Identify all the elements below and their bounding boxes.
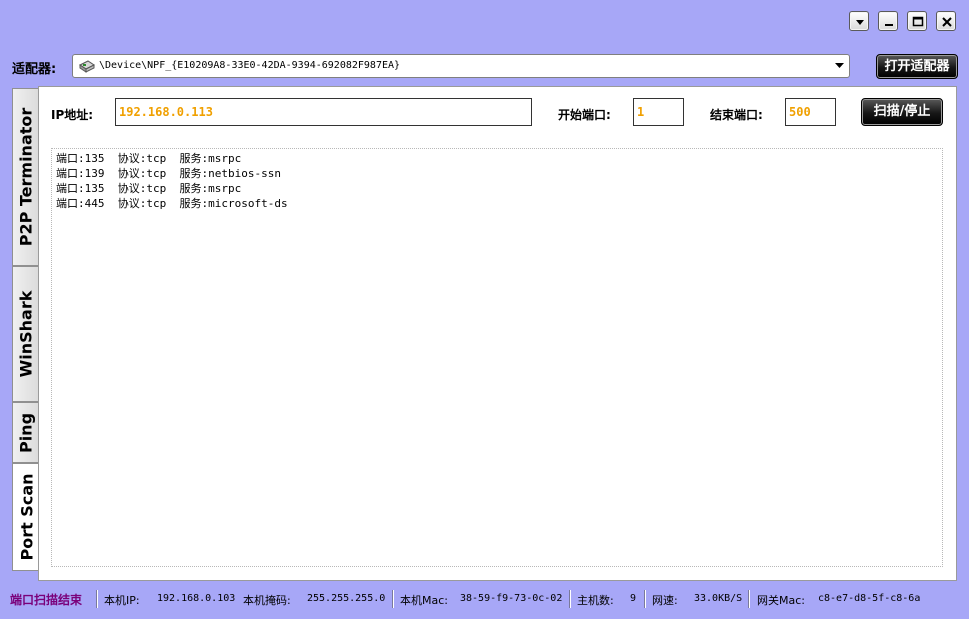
close-button[interactable] bbox=[936, 11, 956, 31]
close-icon bbox=[942, 17, 952, 27]
end-port-label: 结束端口: bbox=[710, 108, 763, 122]
maximize-icon bbox=[912, 16, 924, 27]
chevron-down-icon bbox=[856, 20, 864, 25]
local-ip-label: 本机IP: bbox=[104, 594, 140, 607]
end-port-input[interactable]: 500 bbox=[785, 98, 836, 126]
network-card-icon bbox=[79, 60, 95, 73]
gateway-mac-label: 网关Mac: bbox=[757, 594, 805, 607]
port-scan-panel: IP地址: 192.168.0.113 开始端口: 1 结束端口: 500 扫描… bbox=[38, 86, 957, 581]
status-divider bbox=[569, 590, 571, 608]
open-adapter-button[interactable]: 打开适配器 bbox=[876, 54, 958, 79]
adapter-label: 适配器: bbox=[12, 62, 57, 77]
local-mac-value: 38-59-f9-73-0c-02 bbox=[460, 593, 563, 604]
host-count-label: 主机数: bbox=[577, 594, 614, 607]
status-divider bbox=[96, 590, 98, 608]
tab-label: Port Scan bbox=[17, 473, 36, 561]
tab-label: P2P Terminator bbox=[16, 107, 35, 247]
maximize-button[interactable] bbox=[907, 11, 927, 31]
status-divider bbox=[748, 590, 750, 608]
ip-label: IP地址: bbox=[51, 108, 94, 122]
minimize-icon bbox=[885, 24, 893, 26]
tab-label: Ping bbox=[16, 412, 35, 453]
ip-address-input[interactable]: 192.168.0.113 bbox=[115, 98, 532, 126]
tab-port-scan[interactable]: Port Scan bbox=[12, 463, 40, 571]
scan-stop-button[interactable]: 扫描/停止 bbox=[861, 98, 943, 126]
host-count-value: 9 bbox=[630, 593, 637, 604]
status-bar: 端口扫描结束 本机IP: 192.168.0.103 本机掩码: 255.255… bbox=[0, 589, 969, 611]
tab-p2p-terminator[interactable]: P2P Terminator bbox=[12, 88, 38, 266]
chevron-down-icon[interactable] bbox=[835, 63, 844, 69]
start-port-label: 开始端口: bbox=[558, 108, 611, 122]
status-divider bbox=[392, 590, 394, 608]
scan-status-text: 端口扫描结束 bbox=[10, 593, 83, 607]
net-speed-value: 33.0KB/S bbox=[694, 593, 743, 604]
result-row: 端口:139 协议:tcp 服务:netbios-ssn bbox=[56, 167, 281, 180]
scan-results-list[interactable]: 端口:135 协议:tcp 服务:msrpc 端口:139 协议:tcp 服务:… bbox=[51, 148, 943, 567]
result-row: 端口:445 协议:tcp 服务:microsoft-ds bbox=[56, 197, 288, 210]
result-row: 端口:135 协议:tcp 服务:msrpc bbox=[56, 152, 242, 165]
local-mac-label: 本机Mac: bbox=[400, 594, 448, 607]
local-mask-value: 255.255.255.0 bbox=[307, 593, 386, 604]
result-row: 端口:135 协议:tcp 服务:msrpc bbox=[56, 182, 242, 195]
local-ip-value: 192.168.0.103 bbox=[157, 593, 236, 604]
minimize-button[interactable] bbox=[878, 11, 898, 31]
net-speed-label: 网速: bbox=[652, 594, 678, 607]
menu-dropdown-button[interactable] bbox=[849, 11, 869, 31]
adapter-selected-value: \Device\NPF_{E10209A8-33E0-42DA-9394-692… bbox=[99, 60, 401, 71]
tab-winshark[interactable]: WinShark bbox=[12, 266, 38, 402]
tab-label: WinShark bbox=[16, 290, 35, 378]
adapter-select[interactable]: \Device\NPF_{E10209A8-33E0-42DA-9394-692… bbox=[72, 54, 850, 78]
gateway-mac-value: c8-e7-d8-5f-c8-6a bbox=[818, 593, 921, 604]
status-divider bbox=[644, 590, 646, 608]
start-port-input[interactable]: 1 bbox=[633, 98, 684, 126]
tab-ping[interactable]: Ping bbox=[12, 402, 38, 463]
local-mask-label: 本机掩码: bbox=[243, 594, 291, 607]
